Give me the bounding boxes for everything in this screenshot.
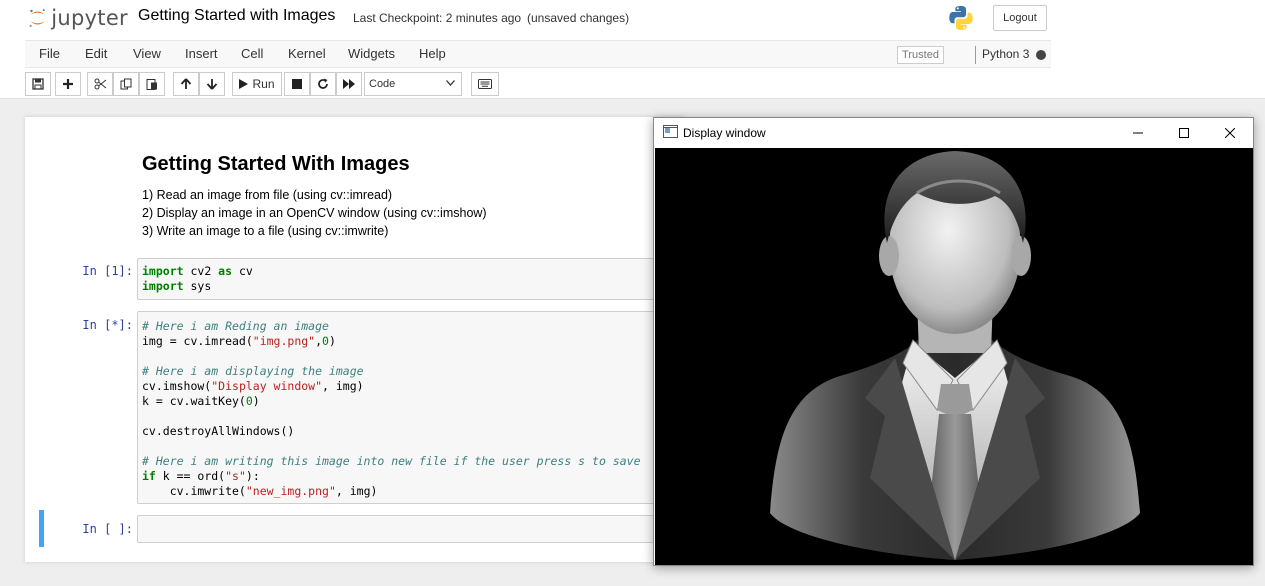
minimize-button[interactable] [1115,118,1161,148]
jupyter-logo-icon [29,9,45,27]
cut-button[interactable] [87,72,113,96]
close-button[interactable] [1207,118,1253,148]
markdown-heading: Getting Started With Images [142,153,410,175]
code-line: k = cv.waitKey(0) [142,394,260,408]
menu-cell[interactable]: Cell [241,46,263,61]
display-window[interactable]: Display window [653,117,1254,566]
maximize-icon [1179,128,1189,138]
code-line: cv.imwrite("new_img.png", img) [142,484,378,498]
jupyter-logo-text: jupyter [51,6,128,30]
code-line: cv.imshow("Display window", img) [142,379,364,393]
maximize-button[interactable] [1161,118,1207,148]
minimize-icon [1133,132,1143,134]
move-up-button[interactable] [173,72,199,96]
cell-prompt: In [*]: [82,318,133,332]
close-icon [1225,128,1235,138]
arrow-down-icon [206,79,218,90]
menu-edit[interactable]: Edit [85,46,107,61]
menu-view[interactable]: View [133,46,161,61]
code-line: img = cv.imread("img.png",0) [142,334,336,348]
menu-kernel[interactable]: Kernel [288,46,326,61]
code-line: # Here i am writing this image into new … [142,454,641,468]
businessman-avatar-image [770,151,1140,560]
cut-icon [94,78,106,90]
play-icon [239,79,249,89]
code-line: # Here i am Reding an image [142,319,329,333]
save-icon [32,78,44,90]
code-line: if k == ord("s"): [142,469,260,483]
cell-prompt: In [ ]: [82,522,133,536]
notebook-title[interactable]: Getting Started with Images [138,7,335,25]
kernel-busy-indicator [1036,50,1046,60]
command-palette-button[interactable] [471,72,499,96]
python-logo-icon [949,6,973,30]
markdown-line: 1) Read an image from file (using cv::im… [142,188,393,202]
menu-file[interactable]: File [39,46,60,61]
code-cell-input[interactable]: import cv2 as cv import sys [137,258,685,300]
markdown-line: 2) Display an image in an OpenCV window … [142,206,487,220]
code-cell-input[interactable] [137,515,685,543]
fast-forward-icon [343,79,355,89]
keyboard-icon [478,79,492,89]
interrupt-button[interactable] [284,72,310,96]
menu-insert[interactable]: Insert [185,46,218,61]
cell-type-select[interactable]: Code [364,72,462,96]
checkpoint-status: Last Checkpoint: 2 minutes ago [353,11,522,25]
logout-button[interactable]: Logout [993,5,1047,31]
cell-prompt: In [1]: [82,264,133,278]
move-down-button[interactable] [199,72,225,96]
restart-icon [318,78,328,89]
kernel-separator [975,46,976,64]
chevron-down-icon [446,80,455,86]
trusted-indicator[interactable]: Trusted [897,46,944,64]
code-line: # Here i am displaying the image [142,364,364,378]
kernel-name[interactable]: Python 3 [982,47,1029,61]
insert-cell-button[interactable] [55,72,81,96]
jupyter-logo[interactable]: jupyter [28,4,128,32]
display-window-titlebar[interactable]: Display window [654,118,1253,148]
run-button[interactable]: Run [232,72,282,96]
run-button-label: Run [252,77,275,91]
restart-run-all-button[interactable] [336,72,362,96]
code-line: import cv2 as cv [142,264,253,278]
save-button[interactable] [25,72,51,96]
menu-help[interactable]: Help [419,46,446,61]
arrow-up-icon [180,78,192,89]
menubar: File Edit View Insert Cell Kernel Widget… [25,40,1051,68]
display-window-title: Display window [683,126,766,140]
autosave-status: (unsaved changes) [527,11,630,25]
paste-icon [146,79,157,90]
copy-button[interactable] [113,72,139,96]
cell-type-value: Code [369,78,396,90]
plus-icon [63,79,73,89]
code-cell-input[interactable]: # Here i am Reding an image img = cv.imr… [137,311,685,504]
paste-button[interactable] [139,72,165,96]
restart-button[interactable] [310,72,336,96]
window-app-icon [663,125,678,138]
code-line: cv.destroyAllWindows() [142,424,295,438]
menu-widgets[interactable]: Widgets [348,46,395,61]
stop-icon [292,79,302,89]
code-line: import sys [142,279,212,293]
copy-icon [120,78,132,90]
notebook-container: Getting Started With Images 1) Read an i… [25,117,685,562]
displayed-image [655,148,1253,565]
markdown-line: 3) Write an image to a file (using cv::i… [142,224,389,238]
